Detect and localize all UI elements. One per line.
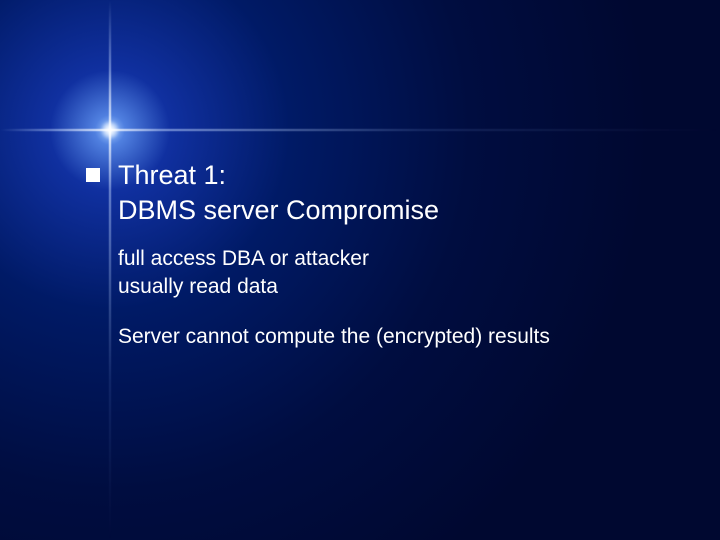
sub1-line-1: full access DBA or attacker	[118, 245, 686, 273]
sub-block-1: full access DBA or attacker usually read…	[118, 245, 686, 300]
sub2-line: Server cannot compute the (encrypted) re…	[118, 323, 686, 351]
square-bullet-icon	[86, 168, 100, 182]
flare-core	[100, 120, 120, 140]
slide-content: Threat 1: DBMS server Compromise full ac…	[86, 158, 686, 350]
title-line-2: DBMS server Compromise	[118, 193, 439, 228]
sub-block-2: Server cannot compute the (encrypted) re…	[118, 323, 686, 351]
slide: Threat 1: DBMS server Compromise full ac…	[0, 0, 720, 540]
title-line-1: Threat 1:	[118, 158, 439, 193]
title-block: Threat 1: DBMS server Compromise	[118, 158, 439, 227]
bullet-item: Threat 1: DBMS server Compromise	[86, 158, 686, 227]
sub1-line-2: usually read data	[118, 273, 686, 301]
